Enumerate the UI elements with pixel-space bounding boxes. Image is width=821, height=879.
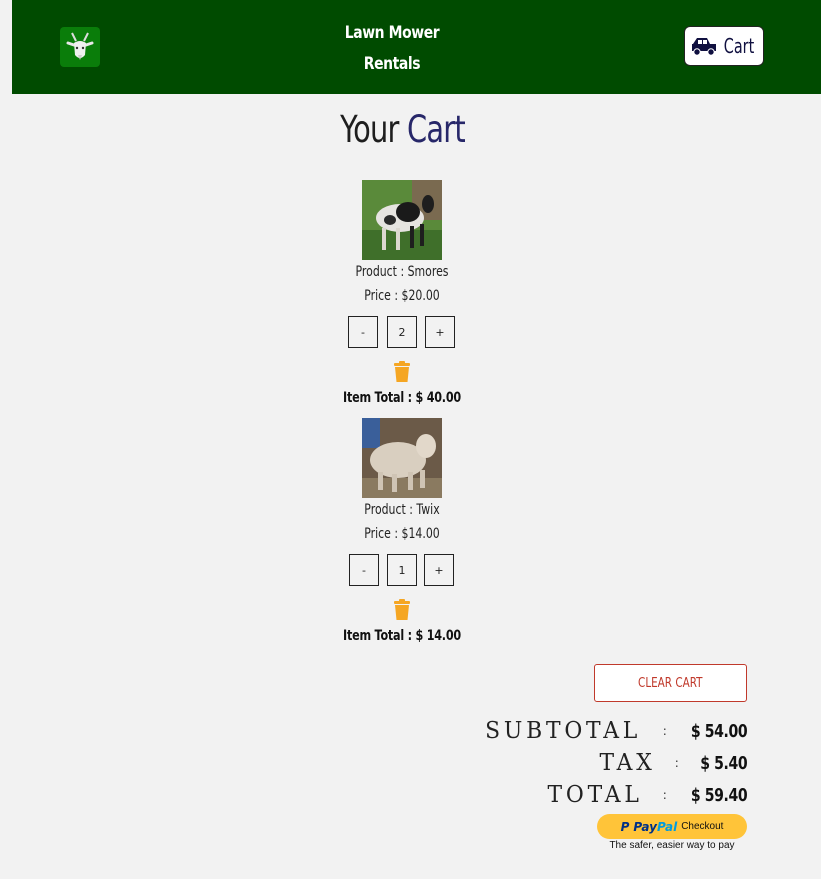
goat-icon xyxy=(66,32,94,60)
paypal-logo-pal: Pal xyxy=(656,819,678,834)
top-navbar: Lawn Mower Rentals Cart xyxy=(12,0,821,94)
paypal-checkout-button[interactable]: P PayPal Checkout xyxy=(597,814,747,839)
subtotal-label: SUBTOTAL xyxy=(484,718,641,744)
tax-label: TAX xyxy=(599,750,656,776)
product-image xyxy=(362,180,442,260)
clear-cart-label: CLEAR CART xyxy=(638,675,703,691)
paypal-tagline: The safer, easier way to pay xyxy=(609,840,735,851)
trash-icon xyxy=(394,361,410,382)
item-total: Item Total : $ 40.00 xyxy=(343,390,461,406)
paypal-logo-pay: Pay xyxy=(633,819,657,834)
truck-icon xyxy=(691,38,716,56)
brand-line-1: Lawn Mower xyxy=(344,23,440,43)
product-name: Product : Twix xyxy=(364,502,440,518)
goat-photo xyxy=(362,180,442,260)
goat-photo xyxy=(362,418,442,498)
cart-button-label: Cart xyxy=(723,34,755,58)
increase-button[interactable]: + xyxy=(425,316,455,348)
brand-line-2: Rentals xyxy=(363,54,421,74)
product-price: Price : $14.00 xyxy=(364,526,440,542)
total-row: TOTAL : $ 59.40 xyxy=(545,780,747,810)
brand-title: Lawn Mower Rentals xyxy=(326,18,457,80)
cart-button[interactable]: Cart xyxy=(684,26,764,66)
paypal-checkout-label: Checkout xyxy=(681,821,724,832)
quantity-field[interactable]: 2 xyxy=(387,316,417,348)
product-price: Price : $20.00 xyxy=(364,288,440,304)
total-label: TOTAL xyxy=(547,782,643,808)
increase-button[interactable]: + xyxy=(424,554,454,586)
subtotal-value: $ 54.00 xyxy=(690,720,748,742)
decrease-button[interactable]: - xyxy=(348,316,378,348)
decrease-button[interactable]: - xyxy=(349,554,379,586)
tax-colon: : xyxy=(674,756,679,770)
total-colon: : xyxy=(662,788,667,802)
title-word-1: Your xyxy=(340,108,399,151)
cart-item: Product : Twix Price : $14.00 - 1 + Item… xyxy=(302,418,502,648)
delete-item-button[interactable] xyxy=(392,361,412,383)
trash-icon xyxy=(394,599,410,620)
product-image xyxy=(362,418,442,498)
tax-row: TAX : $ 5.40 xyxy=(598,748,747,778)
item-total: Item Total : $ 14.00 xyxy=(343,628,461,644)
paypal-icon: P xyxy=(620,819,630,834)
quantity-field[interactable]: 1 xyxy=(387,554,417,586)
subtotal-row: SUBTOTAL : $ 54.00 xyxy=(481,716,748,746)
clear-cart-button[interactable]: CLEAR CART xyxy=(594,664,747,702)
delete-item-button[interactable] xyxy=(392,599,412,621)
logo[interactable] xyxy=(60,27,100,67)
subtotal-colon: : xyxy=(662,724,667,738)
paypal-logo: PayPal xyxy=(633,820,677,834)
total-value: $ 59.40 xyxy=(690,784,748,806)
page-title: Your Cart xyxy=(89,108,717,151)
cart-item: Product : Smores Price : $20.00 - 2 + It… xyxy=(302,180,502,410)
title-word-2: Cart xyxy=(406,108,466,151)
tax-value: $ 5.40 xyxy=(700,752,747,774)
product-name: Product : Smores xyxy=(355,264,449,280)
